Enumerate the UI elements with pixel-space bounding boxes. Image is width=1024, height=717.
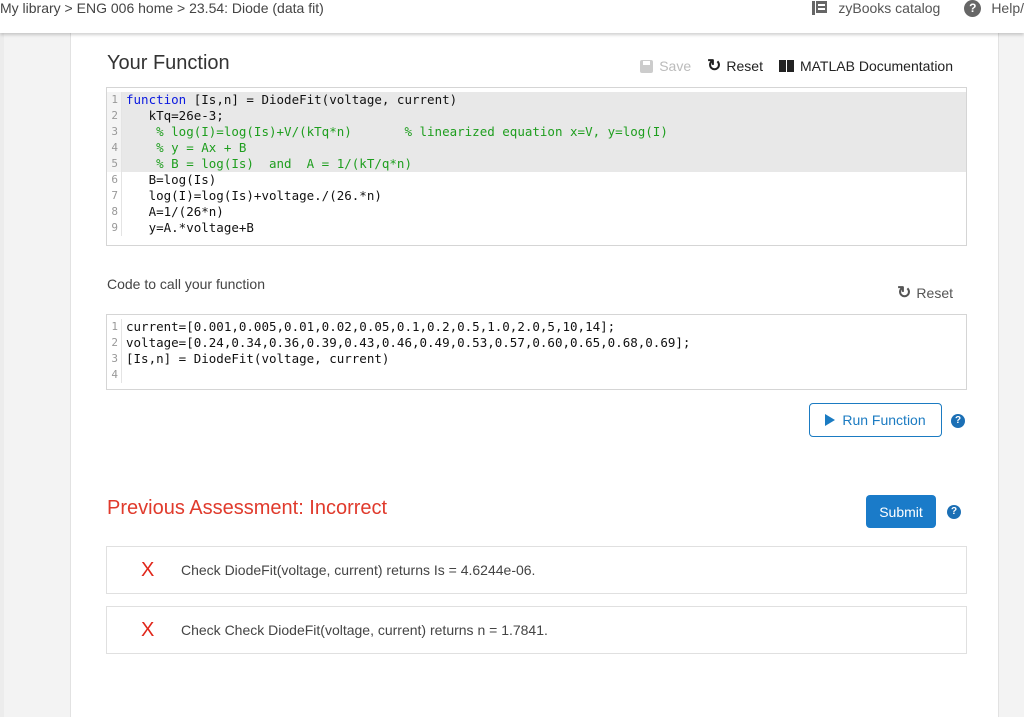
line-number: 3 [107,351,122,367]
submit-label: Submit [879,503,923,520]
save-label: Save [659,58,692,74]
line-number: 9 [107,220,122,236]
code-line[interactable]: 3 % log(I)=log(Is)+V/(kTq*n) % linearize… [107,124,966,140]
code-token: B=log(Is) [126,172,217,187]
your-function-title: Your Function [107,52,230,74]
save-icon [640,59,654,73]
code-line[interactable]: 8 A=1/(26*n) [107,204,966,220]
keyword-token: function [126,92,187,107]
line-number: 2 [107,108,122,124]
line-number: 1 [107,319,122,335]
result-text: Check DiodeFit(voltage, current) returns… [181,562,536,578]
submit-button[interactable]: Submit [866,495,936,528]
line-code: A=1/(26*n) [122,204,966,220]
result-text: Check Check DiodeFit(voltage, current) r… [181,622,548,638]
breadcrumb-separator: > [60,0,77,16]
line-code: % log(I)=log(Is)+V/(kTq*n) % linearized … [122,124,966,140]
breadcrumb-my-library[interactable]: My library [0,0,61,16]
code-line[interactable]: 9 y=A.*voltage+B [107,220,966,236]
code-line[interactable]: 1 current=[0.001,0.005,0.01,0.02,0.05,0.1… [107,319,966,335]
book-icon [778,60,794,72]
code-token: y=A.*voltage+B [126,220,254,235]
reset-function-button[interactable]: ↻ Reset [707,56,763,75]
function-code-editor[interactable]: 1 function [Is,n] = DiodeFit(voltage, cur… [106,87,967,246]
line-number: 7 [107,188,122,204]
line-code: B=log(Is) [122,172,966,188]
fail-x-icon: X [141,558,155,581]
code-line[interactable]: 2 kTq=26e-3; [107,108,966,124]
line-number: 8 [107,204,122,220]
line-number: 2 [107,335,122,351]
code-line[interactable]: 2 voltage=[0.24,0.34,0.36,0.39,0.43,0.46,… [107,335,966,351]
line-number: 3 [107,124,122,140]
reset-label: Reset [726,58,763,74]
line-number: 6 [107,172,122,188]
line-code: % y = Ax + B [122,140,966,156]
line-code: y=A.*voltage+B [122,220,966,236]
run-help-icon[interactable]: ? [951,414,965,428]
help-label: Help/ [991,0,1024,16]
code-token: kTq=26e-3; [126,108,224,123]
catalog-label: zyBooks catalog [838,0,941,16]
breadcrumb: My library > ENG 006 home > 23.54: Diode… [0,0,324,16]
code-token: A=1/(26*n) [126,204,224,219]
catalog-icon [812,1,828,15]
code-line[interactable]: 4 % y = Ax + B [107,140,966,156]
assessment-result-row: X Check DiodeFit(voltage, current) retur… [106,546,967,594]
assessment-result-row: X Check Check DiodeFit(voltage, current)… [106,606,967,654]
reset-icon: ↻ [707,56,722,75]
reset-call-button[interactable]: ↻ Reset [897,283,953,302]
save-button[interactable]: Save [640,58,691,74]
line-number: 4 [107,140,122,156]
line-code: kTq=26e-3; [122,108,966,124]
play-icon [825,414,836,426]
zybooks-catalog-link[interactable]: zyBooks catalog [812,0,940,16]
comment-token: % B = log(Is) and A = 1/(kT/q*n) [126,156,412,171]
run-label: Run Function [842,412,926,428]
line-number: 5 [107,156,122,172]
fail-x-icon: X [141,618,155,641]
line-code: current=[0.001,0.005,0.01,0.02,0.05,0.1,… [126,319,616,334]
line-code: [Is,n] = DiodeFit(voltage, current) [126,351,390,366]
breadcrumb-current-section: 23.54: Diode (data fit) [189,0,324,16]
comment-token: % y = Ax + B [126,140,247,155]
reset-icon: ↻ [897,283,912,302]
submit-help-icon[interactable]: ? [947,505,961,519]
line-code: log(I)=log(Is)+voltage./(26.*n) [122,188,966,204]
call-code-editor[interactable]: 1 current=[0.001,0.005,0.01,0.02,0.05,0.1… [106,314,967,390]
code-line[interactable]: 3 [Is,n] = DiodeFit(voltage, current) [107,351,966,367]
code-line[interactable]: 7 log(I)=log(Is)+voltage./(26.*n) [107,188,966,204]
breadcrumb-separator: > [173,0,190,16]
run-function-button[interactable]: Run Function [809,403,942,437]
line-number: 4 [107,367,122,383]
docs-label: MATLAB Documentation [799,58,953,74]
line-number: 1 [107,92,122,108]
code-token: [Is,n] = DiodeFit(voltage, current) [186,92,458,107]
code-line[interactable]: 4 [107,367,966,383]
line-code: voltage=[0.24,0.34,0.36,0.39,0.43,0.46,0… [126,335,691,350]
line-code: % B = log(Is) and A = 1/(kT/q*n) [122,156,966,172]
function-toolbar: Save ↻ Reset MATLAB Documentation [624,56,953,75]
code-line[interactable]: 6 B=log(Is) [107,172,966,188]
comment-token: % log(I)=log(Is)+V/(kTq*n) % linearized … [126,124,668,139]
help-link[interactable]: ? Help/ [964,0,1024,17]
help-question-icon: ? [964,0,982,17]
code-line[interactable]: 1 function [Is,n] = DiodeFit(voltage, cur… [107,92,966,108]
code-token: log(I)=log(Is)+voltage./(26.*n) [126,188,382,203]
assessment-title: Previous Assessment: Incorrect [107,497,388,519]
breadcrumb-course-home[interactable]: ENG 006 home [77,0,174,16]
top-bar: My library > ENG 006 home > 23.54: Diode… [0,0,1024,33]
line-code: function [Is,n] = DiodeFit(voltage, curr… [122,92,966,108]
call-code-label: Code to call your function [107,276,265,292]
matlab-documentation-link[interactable]: MATLAB Documentation [778,58,953,74]
left-margin [0,33,4,717]
reset-label: Reset [916,285,953,301]
code-line[interactable]: 5 % B = log(Is) and A = 1/(kT/q*n) [107,156,966,172]
